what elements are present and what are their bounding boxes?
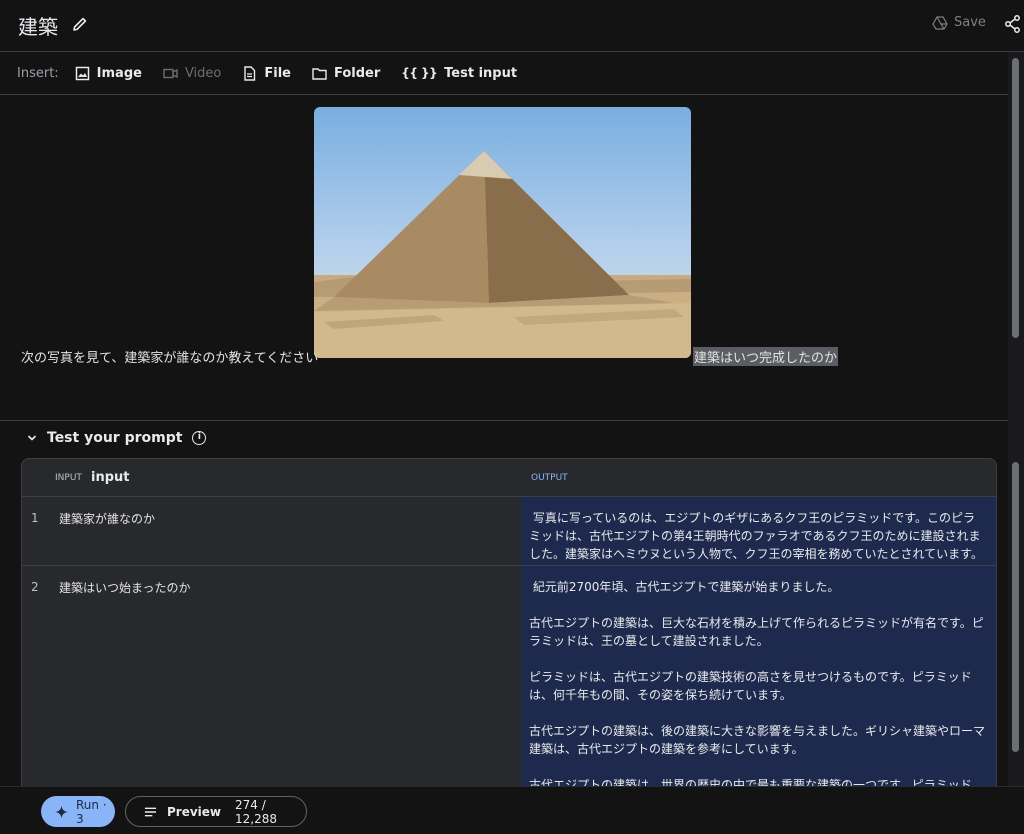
pyramid-photo bbox=[314, 107, 691, 358]
insert-folder-button[interactable]: Folder bbox=[312, 66, 380, 81]
vertical-scrollbar[interactable] bbox=[1008, 52, 1024, 786]
test-prompt-toggle[interactable]: Test your prompt i bbox=[27, 430, 207, 446]
row-number: 2 bbox=[31, 580, 39, 594]
row-number: 1 bbox=[31, 511, 39, 525]
row-output: 紀元前2700年頃、古代エジプトで建築が始まりました。 古代エジプトの建築は、巨… bbox=[521, 566, 996, 797]
insert-test-input-label: Test input bbox=[444, 65, 518, 81]
table-row[interactable]: 1 建築家が誰なのか 写真に写っているのは、エジプトのギザにあるクフ王のピラミッ… bbox=[22, 497, 996, 566]
image-icon bbox=[75, 66, 89, 80]
insert-folder-label: Folder bbox=[334, 65, 381, 81]
prompt-title[interactable]: 建築 bbox=[18, 11, 58, 40]
token-count: 274 / 12,288 bbox=[235, 797, 277, 826]
top-bar: 建築 Save bbox=[0, 0, 1024, 52]
input-column-tag: INPUT bbox=[55, 473, 82, 483]
insert-label: Insert: bbox=[17, 65, 59, 81]
test-prompt-title: Test your prompt bbox=[47, 430, 183, 446]
braces-icon: {{ }} bbox=[401, 66, 438, 80]
drive-icon bbox=[932, 15, 948, 30]
insert-file-label: File bbox=[264, 65, 291, 81]
scrollbar-thumb[interactable] bbox=[1012, 58, 1019, 338]
menu-icon bbox=[144, 807, 157, 816]
insert-file-button[interactable]: File bbox=[242, 66, 291, 81]
insert-test-input-button[interactable]: {{ }} Test input bbox=[401, 66, 517, 81]
table-header: INPUT input OUTPUT bbox=[22, 459, 996, 497]
row-input[interactable]: 建築家が誰なのか bbox=[59, 510, 155, 527]
app-window: 建築 Save Insert: Image Video File Folder … bbox=[0, 0, 1024, 834]
preview-label: Preview bbox=[166, 804, 221, 819]
input-column-name[interactable]: input bbox=[91, 470, 130, 485]
sparkle-icon bbox=[55, 805, 68, 818]
share-button[interactable] bbox=[1003, 14, 1023, 34]
run-label: Run · 3 bbox=[75, 797, 107, 826]
table-row[interactable]: 2 建築はいつ始まったのか 紀元前2700年頃、古代エジプトで建築が始まりました… bbox=[22, 566, 996, 797]
save-label: Save bbox=[954, 15, 986, 30]
insert-image-button[interactable]: Image bbox=[75, 66, 142, 81]
share-icon bbox=[1005, 15, 1020, 33]
chevron-down-icon bbox=[27, 435, 37, 441]
insert-toolbar: Insert: Image Video File Folder {{}} Te… bbox=[0, 52, 1008, 95]
insert-video-label: Video bbox=[184, 65, 222, 81]
pyramid-image[interactable] bbox=[314, 107, 691, 358]
file-icon bbox=[244, 65, 256, 81]
row-input[interactable]: 建築はいつ始まったのか bbox=[59, 579, 191, 596]
section-divider bbox=[0, 420, 1008, 421]
prompt-text-after[interactable]: 建築はいつ完成したのか bbox=[693, 347, 839, 366]
pencil-icon bbox=[73, 17, 87, 31]
folder-icon bbox=[312, 67, 327, 80]
info-icon[interactable]: i bbox=[192, 431, 207, 445]
video-icon bbox=[163, 68, 178, 78]
prompt-text-before[interactable]: 次の写真を見て、建築家が誰なのか教えてください bbox=[21, 347, 318, 366]
test-table: INPUT input OUTPUT 1 建築家が誰なのか 写真に写っているのは… bbox=[21, 458, 997, 798]
insert-video-button[interactable]: Video bbox=[163, 66, 221, 81]
save-button[interactable]: Save bbox=[932, 15, 986, 30]
preview-button[interactable]: Preview 274 / 12,288 bbox=[125, 796, 307, 827]
edit-title-button[interactable] bbox=[70, 14, 90, 34]
run-button[interactable]: Run · 3 bbox=[41, 796, 115, 827]
scrollbar-thumb[interactable] bbox=[1012, 462, 1019, 752]
output-column-header: OUTPUT bbox=[531, 473, 568, 483]
insert-image-label: Image bbox=[96, 65, 142, 81]
bottom-bar: Run · 3 Preview 274 / 12,288 bbox=[0, 786, 1024, 834]
row-output: 写真に写っているのは、エジプトのギザにあるクフ王のピラミッドです。このピラミッド… bbox=[521, 497, 996, 565]
